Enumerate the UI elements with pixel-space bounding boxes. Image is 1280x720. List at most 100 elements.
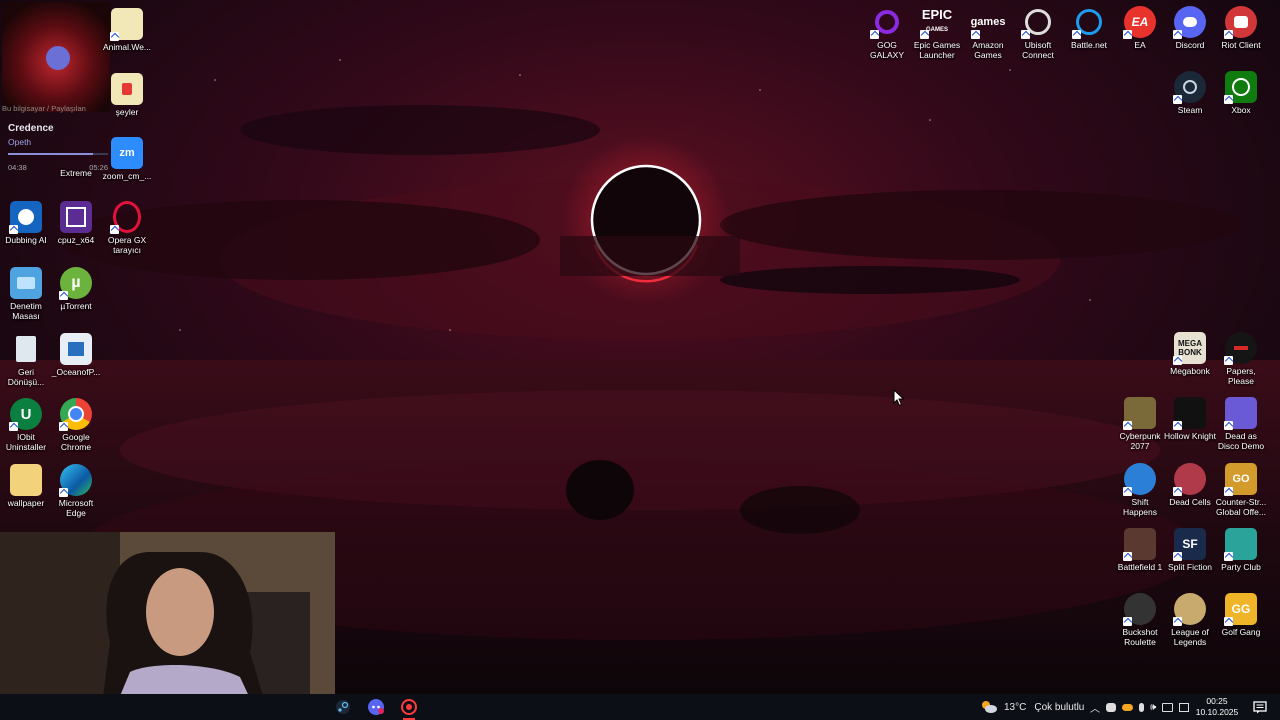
zoom-icon: zm bbox=[111, 137, 143, 169]
desktop-icon-battlefield[interactable]: Battlefield 1 bbox=[1114, 528, 1166, 572]
papers-please-icon bbox=[1224, 332, 1257, 365]
csgo-label: Counter-Str... Global Offe... bbox=[1215, 497, 1267, 517]
desktop-icon-buckshot[interactable]: Buckshot Roulette bbox=[1114, 593, 1166, 647]
desktop-icon-split-fiction[interactable]: SF Split Fiction bbox=[1164, 528, 1216, 572]
desktop-icon-papers-please[interactable]: Papers, Please bbox=[1215, 332, 1267, 386]
shift-happens-label: Shift Happens bbox=[1122, 497, 1158, 517]
hollow-knight-icon bbox=[1173, 397, 1206, 430]
papers-please-label: Papers, Please bbox=[1226, 366, 1256, 386]
desktop-icon-opera-gx[interactable]: Opera GX tarayıcı bbox=[101, 201, 153, 255]
desktop-icon-epic-games[interactable]: EPIC GAMES Epic Games Launcher bbox=[911, 6, 963, 61]
music-player-widget[interactable]: Bu bilgisayar / Paylaşılan Credence Opet… bbox=[0, 0, 112, 178]
desktop-icon-hollow-knight[interactable]: Hollow Knight bbox=[1164, 397, 1216, 441]
taskbar-discord[interactable] bbox=[365, 696, 387, 718]
golf-gang-label: Golf Gang bbox=[1221, 627, 1261, 637]
desktop-icon-cpuz[interactable]: cpuz_x64 bbox=[50, 201, 102, 245]
desktop-icon-google-chrome[interactable]: Google Chrome bbox=[50, 398, 102, 452]
weather-widget[interactable]: 13°C Çok bulutlu bbox=[980, 694, 1084, 720]
chrome-icon bbox=[59, 398, 92, 431]
gog-galaxy-icon bbox=[870, 6, 903, 39]
desktop-icon-dubbing-ai[interactable]: Dubbing AI bbox=[0, 201, 52, 245]
recycle-bin-icon bbox=[10, 333, 42, 365]
megabonk-icon: MEGA BONK bbox=[1173, 332, 1206, 365]
disc-icon bbox=[46, 46, 70, 70]
webcam-person bbox=[0, 532, 335, 720]
riot-client-icon bbox=[1224, 6, 1257, 39]
amazon-games-label: Amazon Games bbox=[972, 40, 1004, 60]
desktop-icon-utorrent[interactable]: µ µTorrent bbox=[50, 267, 102, 311]
speaker-icon[interactable]: 🕪 bbox=[1150, 702, 1156, 713]
desktop-icon-battle-net[interactable]: Battle.net bbox=[1063, 6, 1115, 50]
artist-name: Opeth bbox=[8, 137, 32, 147]
document-icon bbox=[111, 73, 143, 105]
steam-label: Steam bbox=[1177, 105, 1203, 115]
dead-cells-icon bbox=[1173, 463, 1206, 496]
desktop-icon-dead-as-disco[interactable]: Dead as Disco Demo bbox=[1215, 397, 1267, 451]
riot-client-label: Riot Client bbox=[1221, 40, 1261, 50]
desktop-icon-animal[interactable]: Animal.We... bbox=[101, 8, 153, 52]
desktop-icon-discord[interactable]: Discord bbox=[1164, 6, 1216, 50]
system-tray: ︿ 🕪 bbox=[1090, 694, 1190, 720]
dead-as-disco-label: Dead as Disco Demo bbox=[1217, 431, 1265, 451]
language-icon[interactable] bbox=[1179, 702, 1190, 712]
split-fiction-label: Split Fiction bbox=[1168, 562, 1212, 572]
cpu-icon bbox=[60, 201, 92, 233]
clock-date: 10.10.2025 bbox=[1195, 707, 1239, 717]
discord-icon bbox=[1173, 6, 1206, 39]
desktop-icon-iobit-uninstaller[interactable]: U IObit Uninstaller bbox=[0, 398, 52, 452]
microphone-icon[interactable] bbox=[1139, 702, 1144, 712]
desktop-icon-xbox[interactable]: Xbox bbox=[1215, 71, 1267, 115]
cloudy-weather-icon bbox=[982, 701, 997, 713]
desktop-icon-golf-gang[interactable]: GG Golf Gang bbox=[1215, 593, 1267, 637]
desktop-icon-microsoft-edge[interactable]: Microsoft Edge bbox=[50, 464, 102, 518]
desktop-icon-megabonk[interactable]: MEGA BONK Megabonk bbox=[1164, 332, 1216, 376]
record-icon bbox=[401, 699, 417, 715]
clock[interactable]: 00:25 10.10.2025 bbox=[1192, 696, 1242, 718]
desktop-icon-wallpaper[interactable]: wallpaper bbox=[0, 464, 52, 508]
desktop-icon-zoom[interactable]: zm zoom_cm_... bbox=[101, 137, 153, 181]
cover-label: Bu bilgisayar / Paylaşılan bbox=[2, 104, 86, 113]
shift-happens-icon bbox=[1123, 463, 1156, 496]
discord-label: Discord bbox=[1175, 40, 1205, 50]
buckshot-icon bbox=[1123, 593, 1156, 626]
progress-bar[interactable] bbox=[8, 153, 108, 155]
party-club-label: Party Club bbox=[1221, 562, 1261, 572]
megabonk-label: Megabonk bbox=[1170, 366, 1210, 376]
folder-icon bbox=[10, 464, 42, 496]
taskbar-steam[interactable] bbox=[332, 696, 354, 718]
buckshot-label: Buckshot Roulette bbox=[1122, 627, 1158, 647]
desktop-icon-ubisoft-connect[interactable]: Ubisoft Connect bbox=[1012, 6, 1064, 60]
desktop-icon-shift-happens[interactable]: Shift Happens bbox=[1114, 463, 1166, 517]
desktop-icon-seyler[interactable]: şeyler bbox=[101, 73, 153, 117]
desktop-icon-dead-cells[interactable]: Dead Cells bbox=[1164, 463, 1216, 507]
desktop-icon-extreme[interactable]: Extreme bbox=[50, 168, 102, 178]
golf-gang-icon: GG bbox=[1224, 593, 1257, 626]
desktop-icon-csgo[interactable]: GO Counter-Str... Global Offe... bbox=[1215, 463, 1267, 517]
desktop-icon-steam[interactable]: Steam bbox=[1164, 71, 1216, 115]
desktop-icon-geri-donusum[interactable]: Geri Dönüşü... bbox=[0, 333, 52, 387]
desktop-icon-denetim-masasi[interactable]: Denetim Masası bbox=[0, 267, 52, 321]
ea-icon: EA bbox=[1123, 6, 1156, 39]
clock-time: 00:25 bbox=[1206, 696, 1228, 706]
cyberpunk-icon bbox=[1123, 397, 1156, 430]
discord-tray-icon[interactable] bbox=[1106, 702, 1116, 712]
chevron-up-icon[interactable]: ︿ bbox=[1090, 700, 1100, 715]
network-icon[interactable] bbox=[1162, 702, 1174, 712]
desktop-icon-ea[interactable]: EA EA bbox=[1114, 6, 1166, 50]
desktop-icon-riot-client[interactable]: Riot Client bbox=[1215, 6, 1267, 50]
notification-icon bbox=[1253, 700, 1267, 713]
desktop-icon-gog-galaxy[interactable]: GOG GALAXY bbox=[861, 6, 913, 60]
battle-net-label: Battle.net bbox=[1071, 40, 1107, 50]
weather-temp: 13°C bbox=[1004, 701, 1027, 713]
cloud-icon[interactable] bbox=[1122, 703, 1133, 711]
desktop-icon-amazon-games[interactable]: games Amazon Games bbox=[962, 6, 1014, 60]
desktop-icon-lol[interactable]: League of Legends bbox=[1164, 593, 1216, 647]
taskbar-app-red[interactable] bbox=[398, 696, 420, 720]
steam-icon bbox=[1173, 71, 1206, 104]
desktop-icon-cyberpunk[interactable]: Cyberpunk 2077 bbox=[1114, 397, 1166, 451]
desktop-icon-party-club[interactable]: Party Club bbox=[1215, 528, 1267, 572]
progress-fill bbox=[8, 153, 93, 155]
battle-net-icon bbox=[1072, 6, 1105, 39]
desktop-icon-oceanofp[interactable]: _OceanofP... bbox=[50, 333, 102, 377]
notifications-button[interactable] bbox=[1249, 696, 1271, 718]
